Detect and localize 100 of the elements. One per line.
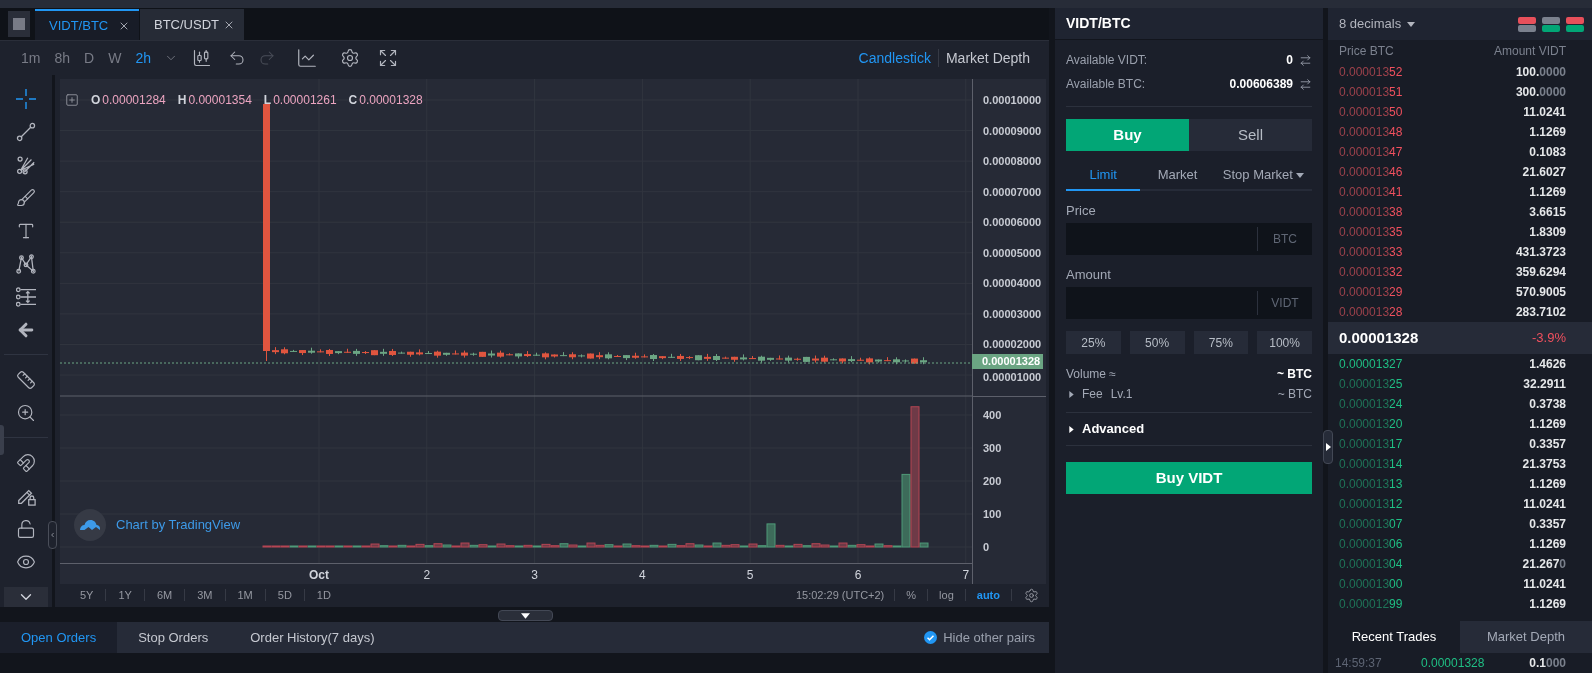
amount-value: 11.0241 — [1523, 104, 1566, 121]
ohlc-value: O 0.00001284 — [91, 92, 166, 109]
bid-price: 0.00001327 — [1339, 356, 1403, 373]
order-type-tab[interactable]: Limit — [1066, 161, 1141, 191]
range-button[interactable]: 5D — [265, 586, 304, 604]
square-icon[interactable] — [8, 11, 30, 37]
settings-icon[interactable] — [1024, 587, 1039, 603]
indicators-icon[interactable] — [295, 47, 318, 69]
orders-tab[interactable]: Order History(7 days) — [229, 622, 396, 653]
attribution-link[interactable]: Chart by TradingView — [116, 515, 241, 535]
level-lines-icon[interactable] — [16, 286, 36, 307]
side-toggle[interactable]: Buy — [1066, 119, 1189, 151]
volume-label: Volume ≈ — [1066, 366, 1116, 383]
bid-price: 0.00001300 — [1339, 576, 1403, 593]
range-button[interactable]: 1Y — [106, 586, 144, 604]
fullscreen-icon[interactable] — [377, 48, 398, 68]
balance-value: 0 — [1286, 52, 1293, 69]
drawer-toggle-button[interactable] — [498, 610, 553, 621]
time-axis-label: 7 — [962, 567, 970, 584]
bid-price: 0.00001320 — [1339, 416, 1403, 433]
transfer-icon[interactable] — [1299, 77, 1312, 91]
amount-value: 21.6027 — [1522, 164, 1566, 181]
zoom-in-icon[interactable] — [16, 402, 36, 423]
fee-value: ~ BTC — [1277, 386, 1312, 403]
ask-price: 0.00001346 — [1339, 164, 1403, 181]
amount-value: 100.0000 — [1515, 64, 1566, 81]
chart-tab[interactable]: BTC/USDT — [140, 9, 244, 40]
price-axis-label: 0.00006000 — [983, 215, 1042, 230]
ask-price: 0.00001351 — [1339, 84, 1403, 101]
caret-down-icon — [521, 612, 530, 619]
scale-option-button[interactable]: log — [928, 586, 965, 604]
percent-button[interactable]: 75% — [1193, 331, 1249, 354]
percent-button[interactable]: 25% — [1066, 331, 1121, 354]
submit-button[interactable]: Buy VIDT — [1066, 462, 1312, 494]
amount-field[interactable]: VIDT — [1066, 287, 1312, 319]
chart-tab[interactable]: VIDT/BTC — [35, 9, 139, 40]
order-type-tab[interactable]: Stop Market — [1214, 161, 1312, 191]
amount-value: 11.0241 — [1523, 576, 1566, 593]
percent-button[interactable]: 100% — [1257, 331, 1312, 354]
column-header: Amount VIDT — [1493, 43, 1566, 60]
amount-value: 1.8309 — [1529, 224, 1566, 241]
ask-price: 0.00001335 — [1339, 224, 1403, 241]
side-toggle[interactable]: Sell — [1189, 119, 1312, 151]
order-type-tab[interactable]: Market — [1140, 161, 1215, 191]
line-tool-icon[interactable] — [16, 121, 36, 142]
range-button[interactable]: 5Y — [68, 586, 106, 604]
unlock-icon[interactable] — [16, 518, 36, 539]
ask-price: 0.00001338 — [1339, 204, 1403, 221]
cloud-logo-icon[interactable] — [74, 509, 106, 541]
asks-layout-icon[interactable] — [1518, 16, 1536, 32]
chart-view-tab[interactable]: Market Depth — [938, 47, 1037, 69]
interval-button[interactable]: 2h — [128, 47, 158, 69]
field-label: Price — [1066, 203, 1097, 219]
precision-dropdown[interactable]: 8 decimals — [1339, 14, 1416, 34]
interval-button[interactable]: 8h — [47, 47, 78, 69]
ohlc-value: H 0.00001354 — [177, 92, 252, 109]
advanced-toggle[interactable]: Advanced — [1066, 413, 1312, 445]
hide-pairs-checkbox[interactable] — [924, 631, 938, 644]
trades-tab[interactable]: Market Depth — [1460, 621, 1592, 653]
combined-layout-icon[interactable] — [1566, 16, 1584, 32]
scale-option-button[interactable]: % — [895, 586, 928, 604]
candlestick-icon[interactable] — [191, 48, 212, 68]
amount-value: 570.9005 — [1515, 284, 1566, 301]
bid-price: 0.00001313 — [1339, 476, 1403, 493]
crosshair-icon[interactable] — [16, 88, 36, 109]
checkbox-label: Hide other pairs — [943, 628, 1035, 647]
bids-layout-icon[interactable] — [1542, 16, 1560, 32]
percent-button[interactable]: 50% — [1129, 331, 1185, 354]
transfer-icon[interactable] — [1299, 53, 1312, 67]
ohlc-value: L 0.00001261 — [263, 92, 337, 109]
price-field[interactable]: BTC — [1066, 223, 1312, 255]
orders-tab[interactable]: Stop Orders — [117, 622, 230, 653]
pitchfork-icon[interactable] — [16, 154, 36, 175]
interval-button[interactable]: D — [77, 47, 102, 69]
chevron-left-icon — [49, 530, 56, 540]
interval-button[interactable]: W — [101, 47, 129, 69]
pattern-tool-icon[interactable] — [16, 253, 36, 274]
panel-toggle-button[interactable] — [1323, 430, 1333, 464]
interval-button[interactable]: 1m — [14, 47, 48, 69]
chart-view-tab[interactable]: Candlestick — [851, 47, 938, 69]
scale-option-button[interactable]: auto — [965, 586, 1011, 604]
amount-value: 359.6294 — [1515, 264, 1566, 281]
panel-title: VIDT/BTC — [1066, 14, 1131, 33]
magnet-icon[interactable] — [16, 452, 36, 473]
range-button[interactable]: 1M — [225, 586, 265, 604]
square-plus-icon[interactable] — [65, 93, 79, 107]
undo-icon[interactable] — [227, 49, 246, 67]
range-button[interactable]: 6M — [144, 586, 185, 604]
ruler-icon[interactable] — [16, 369, 36, 390]
range-button[interactable]: 1D — [304, 586, 343, 604]
orders-tab[interactable]: Open Orders — [0, 622, 118, 653]
brush-icon[interactable] — [16, 187, 36, 208]
amount-value: 431.3723 — [1515, 244, 1566, 261]
settings-icon[interactable] — [339, 48, 360, 68]
unit-label: BTC — [1272, 231, 1298, 248]
scroll-down-button[interactable] — [4, 587, 48, 607]
volume-axis-label: 300 — [983, 441, 1002, 455]
bid-price: 0.00001314 — [1339, 456, 1403, 473]
amount-value: 283.7102 — [1515, 304, 1566, 321]
range-button[interactable]: 3M — [185, 586, 225, 604]
